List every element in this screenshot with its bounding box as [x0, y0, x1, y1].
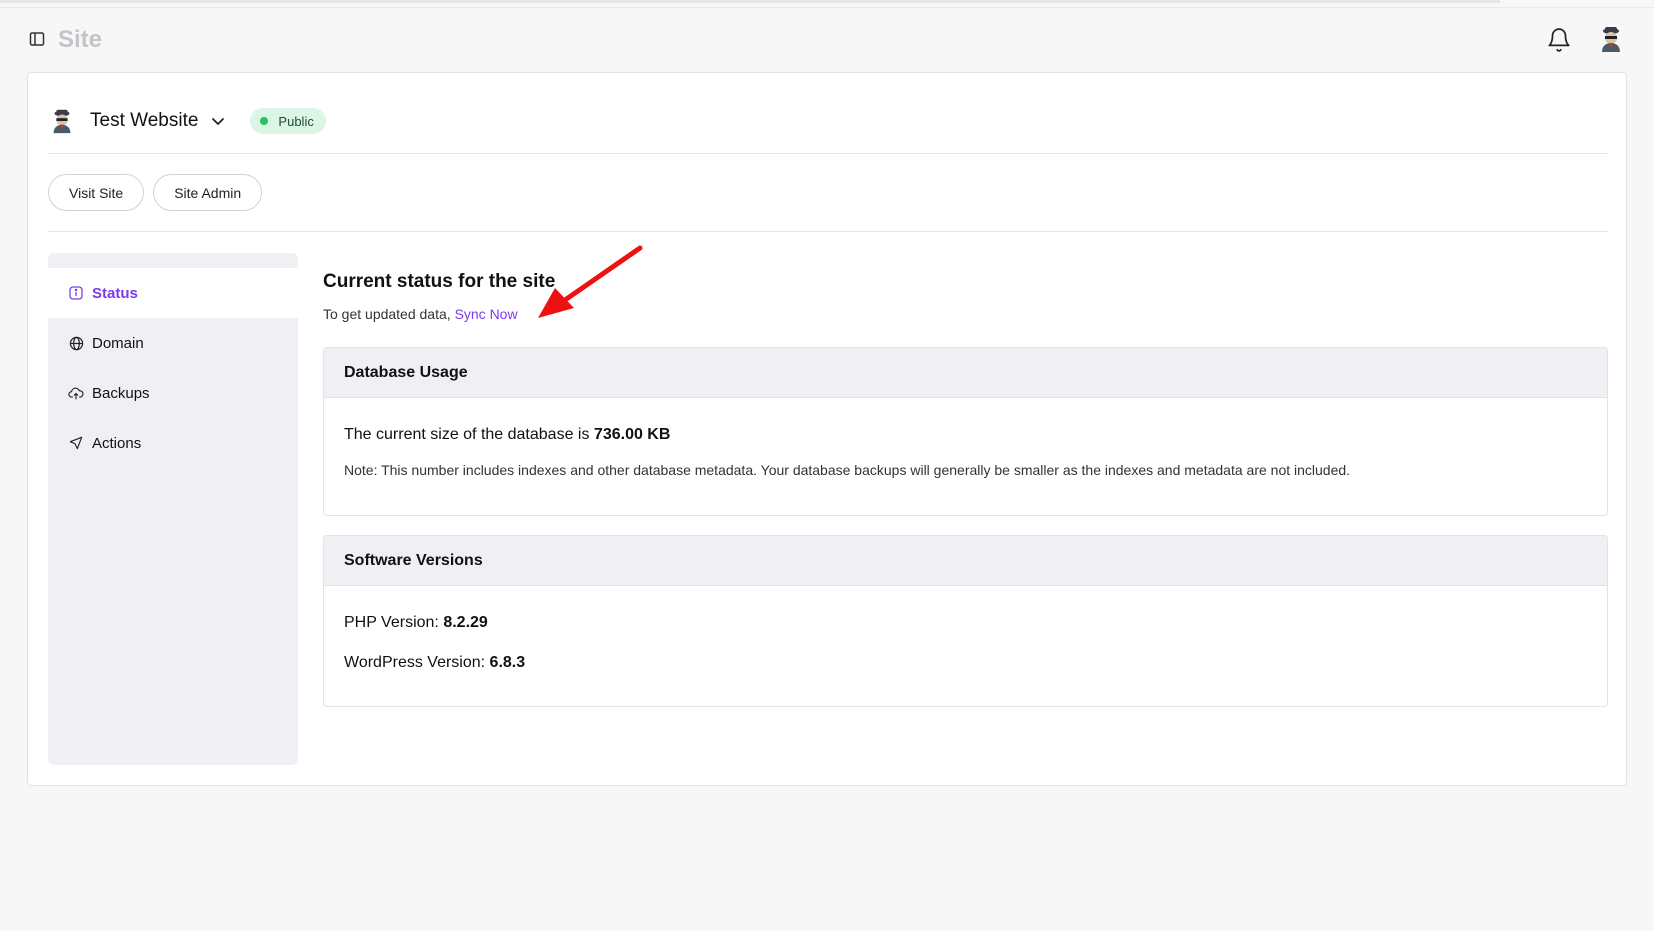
sync-now-link[interactable]: Sync Now: [455, 306, 518, 322]
status-dot: [260, 117, 269, 125]
sidebar-toggle-icon[interactable]: [28, 30, 46, 48]
sidebar-item-label: Actions: [92, 434, 142, 452]
site-avatar: [48, 107, 76, 135]
info-icon: [68, 285, 84, 301]
database-size: The current size of the database is 736.…: [344, 426, 1587, 444]
cloud-icon: [68, 385, 84, 401]
header-border: [0, 7, 1654, 8]
sidebar-item-label: Backups: [92, 384, 150, 402]
wordpress-version: WordPress Version: 6.8.3: [344, 654, 1587, 672]
database-note: Note: This number includes indexes and o…: [344, 462, 1351, 478]
page-title: Site: [58, 26, 103, 53]
status-subtext: To get updated data, Sync Now: [323, 306, 518, 322]
globe-icon: [68, 335, 84, 351]
divider: [48, 231, 1608, 232]
wordpress-version-value: 6.8.3: [489, 654, 526, 671]
site-name: Test Website: [90, 110, 199, 131]
site-header: Test Website Public: [48, 101, 326, 141]
site-card: Test Website Public Visit Site Site Admi…: [27, 72, 1627, 786]
site-admin-button[interactable]: Site Admin: [153, 174, 263, 211]
site-actions: Visit Site Site Admin: [48, 174, 263, 211]
php-version-value: 8.2.29: [443, 614, 488, 631]
database-size-value: 736.00 KB: [593, 426, 671, 443]
sidebar-item-actions[interactable]: Actions: [48, 418, 298, 468]
database-usage-panel: Database Usage The current size of the d…: [323, 347, 1608, 516]
software-versions-panel: Software Versions PHP Version: 8.2.29 Wo…: [323, 535, 1608, 707]
bell-icon[interactable]: [1546, 27, 1572, 53]
sync-hint: To get updated data,: [323, 306, 451, 322]
sidebar-item-backups[interactable]: Backups: [48, 368, 298, 418]
status-badge: Public: [250, 108, 326, 134]
database-usage-heading: Database Usage: [324, 348, 1607, 398]
wordpress-version-label: WordPress Version:: [344, 654, 486, 671]
sidebar-item-domain[interactable]: Domain: [48, 318, 298, 368]
sidebar-item-status[interactable]: Status: [48, 268, 298, 318]
status-title: Current status for the site: [323, 271, 556, 292]
visit-site-button[interactable]: Visit Site: [48, 174, 145, 211]
sidebar-item-label: Domain: [92, 334, 144, 352]
user-avatar[interactable]: [1596, 24, 1626, 54]
chevron-down-icon[interactable]: [210, 111, 230, 131]
site-sidebar: Status Domain Backups Actions: [48, 253, 298, 765]
php-version-label: PHP Version:: [344, 614, 439, 631]
database-size-label: The current size of the database is: [344, 426, 590, 443]
software-versions-heading: Software Versions: [324, 536, 1607, 586]
send-icon: [68, 435, 84, 451]
loading-bar: [0, 0, 1500, 3]
sidebar-item-label: Status: [92, 284, 138, 302]
php-version: PHP Version: 8.2.29: [344, 614, 1587, 632]
status-badge-label: Public: [278, 113, 314, 129]
divider: [48, 153, 1608, 154]
